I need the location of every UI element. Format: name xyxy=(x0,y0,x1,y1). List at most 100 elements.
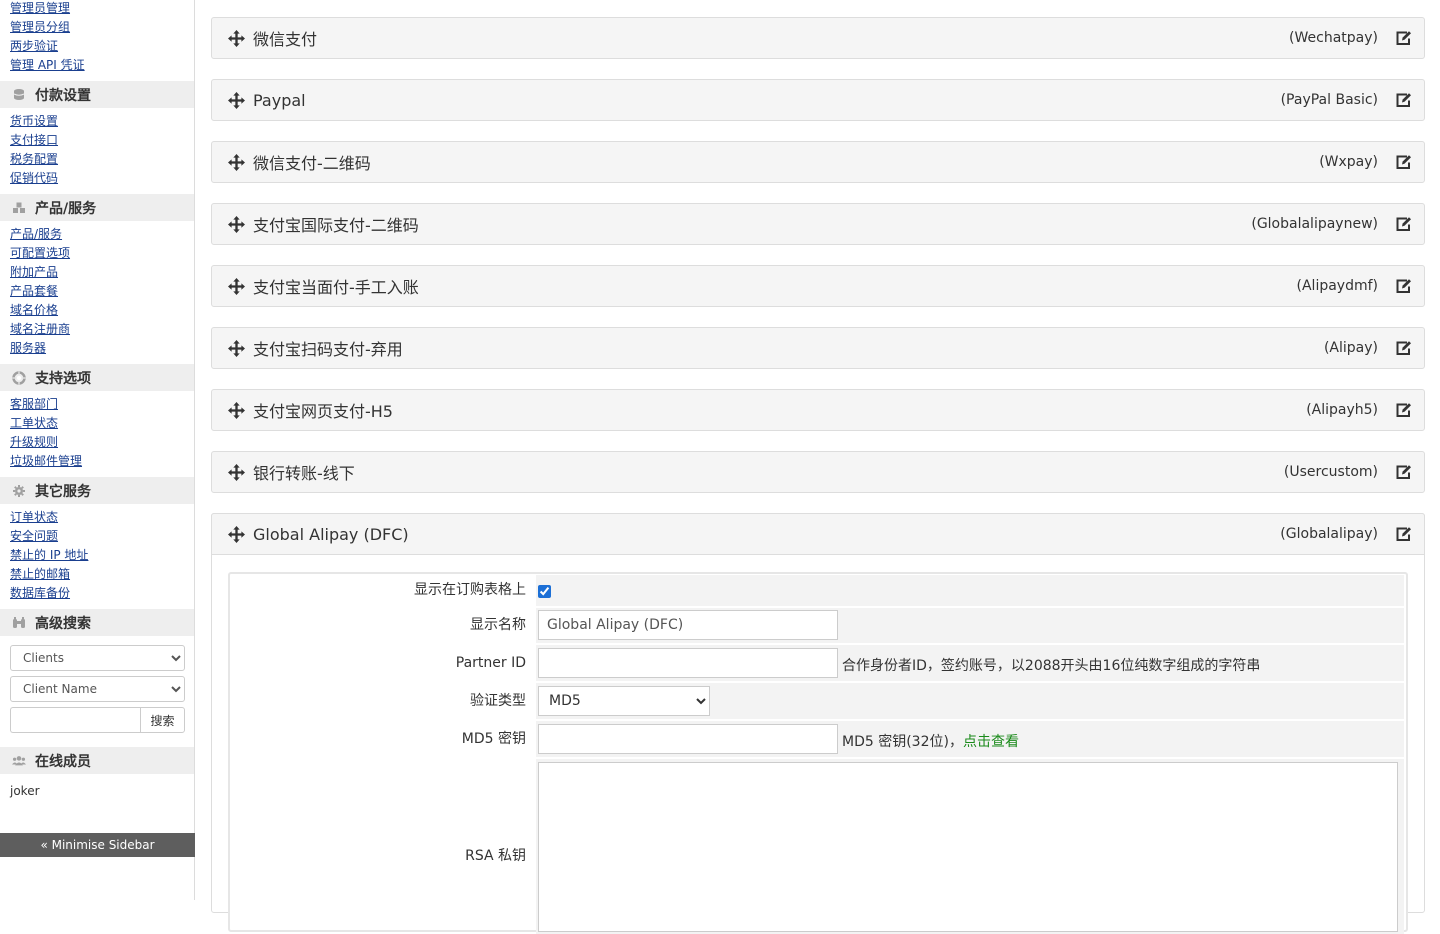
search-field-select[interactable]: Client Name xyxy=(10,676,185,702)
sidebar-link[interactable]: 订单状态 xyxy=(10,508,184,527)
sidebar-link-tax-config[interactable]: 税务配置 xyxy=(10,152,58,166)
gateway-row[interactable]: 支付宝网页支付-H5 (Alipayh5) xyxy=(211,389,1425,431)
sidebar-link-two-factor[interactable]: 两步验证 xyxy=(10,39,58,53)
move-icon[interactable] xyxy=(227,91,245,109)
sidebar-link-domain-pricing[interactable]: 域名价格 xyxy=(10,303,58,317)
move-icon[interactable] xyxy=(227,29,245,47)
edit-icon[interactable] xyxy=(1394,277,1412,295)
gateway-module: (PayPal Basic) xyxy=(1280,92,1378,108)
sidebar-link-registrars[interactable]: 域名注册商 xyxy=(10,322,70,336)
move-icon[interactable] xyxy=(227,153,245,171)
sidebar-link[interactable]: 安全问题 xyxy=(10,527,184,546)
sidebar-link[interactable]: 域名价格 xyxy=(10,301,184,320)
sidebar-link[interactable]: 禁止的邮箱 xyxy=(10,565,184,584)
sidebar-link[interactable]: 工单状态 xyxy=(10,414,184,433)
field-label: Partner ID xyxy=(455,655,526,671)
search-input[interactable] xyxy=(10,707,140,733)
sidebar-link-order-statuses[interactable]: 订单状态 xyxy=(10,510,58,524)
move-icon[interactable] xyxy=(227,525,245,543)
sidebar-link[interactable]: 支付接口 xyxy=(10,131,184,150)
sidebar-link[interactable]: 产品套餐 xyxy=(10,282,184,301)
sidebar-link[interactable]: 附加产品 xyxy=(10,263,184,282)
edit-icon[interactable] xyxy=(1394,29,1412,47)
gateway-row[interactable]: 银行转账-线下 (Usercustom) xyxy=(211,451,1425,493)
sidebar-link-ticket-statuses[interactable]: 工单状态 xyxy=(10,416,58,430)
sidebar-link-banned-emails[interactable]: 禁止的邮箱 xyxy=(10,567,70,581)
move-icon[interactable] xyxy=(227,401,245,419)
sidebar-link[interactable]: 促销代码 xyxy=(10,169,184,188)
field-label: 显示名称 xyxy=(470,617,526,633)
move-icon[interactable] xyxy=(227,339,245,357)
gateway-row[interactable]: 支付宝扫码支付-弃用 (Alipay) xyxy=(211,327,1425,369)
gateway-row[interactable]: 微信支付-二维码 (Wxpay) xyxy=(211,141,1425,183)
sidebar-link-currencies[interactable]: 货币设置 xyxy=(10,114,58,128)
sidebar-link-departments[interactable]: 客服部门 xyxy=(10,397,58,411)
minimise-sidebar-button[interactable]: « Minimise Sidebar xyxy=(0,833,195,857)
sidebar-link[interactable]: 管理 API 凭证 xyxy=(10,56,184,75)
sidebar-link-configurable-options[interactable]: 可配置选项 xyxy=(10,246,70,260)
sidebar-link-addons[interactable]: 附加产品 xyxy=(10,265,58,279)
sidebar-section-online: 在线成员 xyxy=(0,747,194,774)
sidebar-link[interactable]: 管理员分组 xyxy=(10,18,184,37)
gateway-name: Paypal xyxy=(253,90,306,110)
auth-type-select[interactable]: MD5 xyxy=(538,686,710,716)
sidebar-link-admin-groups[interactable]: 管理员分组 xyxy=(10,20,70,34)
sidebar-link-servers[interactable]: 服务器 xyxy=(10,341,46,355)
sidebar-link[interactable]: 税务配置 xyxy=(10,150,184,169)
sidebar-link-spam-control[interactable]: 垃圾邮件管理 xyxy=(10,454,82,468)
move-icon[interactable] xyxy=(227,277,245,295)
sidebar-link[interactable]: 可配置选项 xyxy=(10,244,184,263)
gateway-module: (Wxpay) xyxy=(1319,154,1378,170)
sidebar-section-title: 高级搜索 xyxy=(35,615,91,632)
sidebar-link-bundles[interactable]: 产品套餐 xyxy=(10,284,58,298)
gateway-row[interactable]: 支付宝当面付-手工入账 (Alipaydmf) xyxy=(211,265,1425,307)
field-cell: MD5 xyxy=(536,683,1404,719)
edit-icon[interactable] xyxy=(1394,401,1412,419)
sidebar-link-api-credentials[interactable]: 管理 API 凭证 xyxy=(10,58,85,72)
sidebar-link[interactable]: 服务器 xyxy=(10,339,184,358)
sidebar-link-banned-ips[interactable]: 禁止的 IP 地址 xyxy=(10,548,88,562)
sidebar-link-promotions[interactable]: 促销代码 xyxy=(10,171,58,185)
sidebar-link-db-backups[interactable]: 数据库备份 xyxy=(10,586,70,600)
gateway-row[interactable]: 支付宝国际支付-二维码 (Globalalipaynew) xyxy=(211,203,1425,245)
edit-icon[interactable] xyxy=(1394,525,1412,543)
show-on-order-checkbox[interactable] xyxy=(538,585,551,598)
field-cell xyxy=(536,759,1404,934)
binoculars-icon xyxy=(12,616,26,630)
edit-icon[interactable] xyxy=(1394,463,1412,481)
sidebar-link-escalation-rules[interactable]: 升级规则 xyxy=(10,435,58,449)
search-type-select[interactable]: Clients xyxy=(10,645,185,671)
search-button[interactable]: 搜索 xyxy=(140,707,185,733)
sidebar-link[interactable]: 两步验证 xyxy=(10,37,184,56)
sidebar-link[interactable]: 货币设置 xyxy=(10,112,184,131)
sidebar-link[interactable]: 产品/服务 xyxy=(10,225,184,244)
move-icon[interactable] xyxy=(227,215,245,233)
sidebar-link-payment-gateways[interactable]: 支付接口 xyxy=(10,133,58,147)
sidebar-link-security-questions[interactable]: 安全问题 xyxy=(10,529,58,543)
partner-id-input[interactable] xyxy=(538,648,838,678)
edit-icon[interactable] xyxy=(1394,215,1412,233)
sidebar-link[interactable]: 客服部门 xyxy=(10,395,184,414)
edit-icon[interactable] xyxy=(1394,91,1412,109)
edit-icon[interactable] xyxy=(1394,339,1412,357)
edit-icon[interactable] xyxy=(1394,153,1412,171)
gateway-row[interactable]: 微信支付 (Wechatpay) xyxy=(211,17,1425,59)
gateway-row-header[interactable]: Global Alipay (DFC) (Globalalipay) xyxy=(211,513,1425,555)
sidebar-link-admin-manage[interactable]: 管理员管理 xyxy=(10,1,70,15)
sidebar-link-products[interactable]: 产品/服务 xyxy=(10,227,62,241)
sidebar-link[interactable]: 管理员管理 xyxy=(10,0,184,18)
rsa-private-key-textarea[interactable] xyxy=(538,762,1398,932)
md5-key-view-link[interactable]: 点击查看 xyxy=(963,734,1019,750)
md5-key-input[interactable] xyxy=(538,724,838,754)
gateway-row[interactable]: Paypal (PayPal Basic) xyxy=(211,79,1425,121)
sidebar-link[interactable]: 域名注册商 xyxy=(10,320,184,339)
sidebar-link[interactable]: 垃圾邮件管理 xyxy=(10,452,184,471)
move-icon[interactable] xyxy=(227,463,245,481)
display-name-input[interactable] xyxy=(538,610,838,640)
sidebar-section-products: 产品/服务 xyxy=(0,194,194,221)
sidebar-section-title: 产品/服务 xyxy=(35,200,97,217)
sidebar-link[interactable]: 升级规则 xyxy=(10,433,184,452)
sidebar-link[interactable]: 数据库备份 xyxy=(10,584,184,603)
sidebar-link[interactable]: 禁止的 IP 地址 xyxy=(10,546,184,565)
gateway-module: (Alipayh5) xyxy=(1306,402,1378,418)
